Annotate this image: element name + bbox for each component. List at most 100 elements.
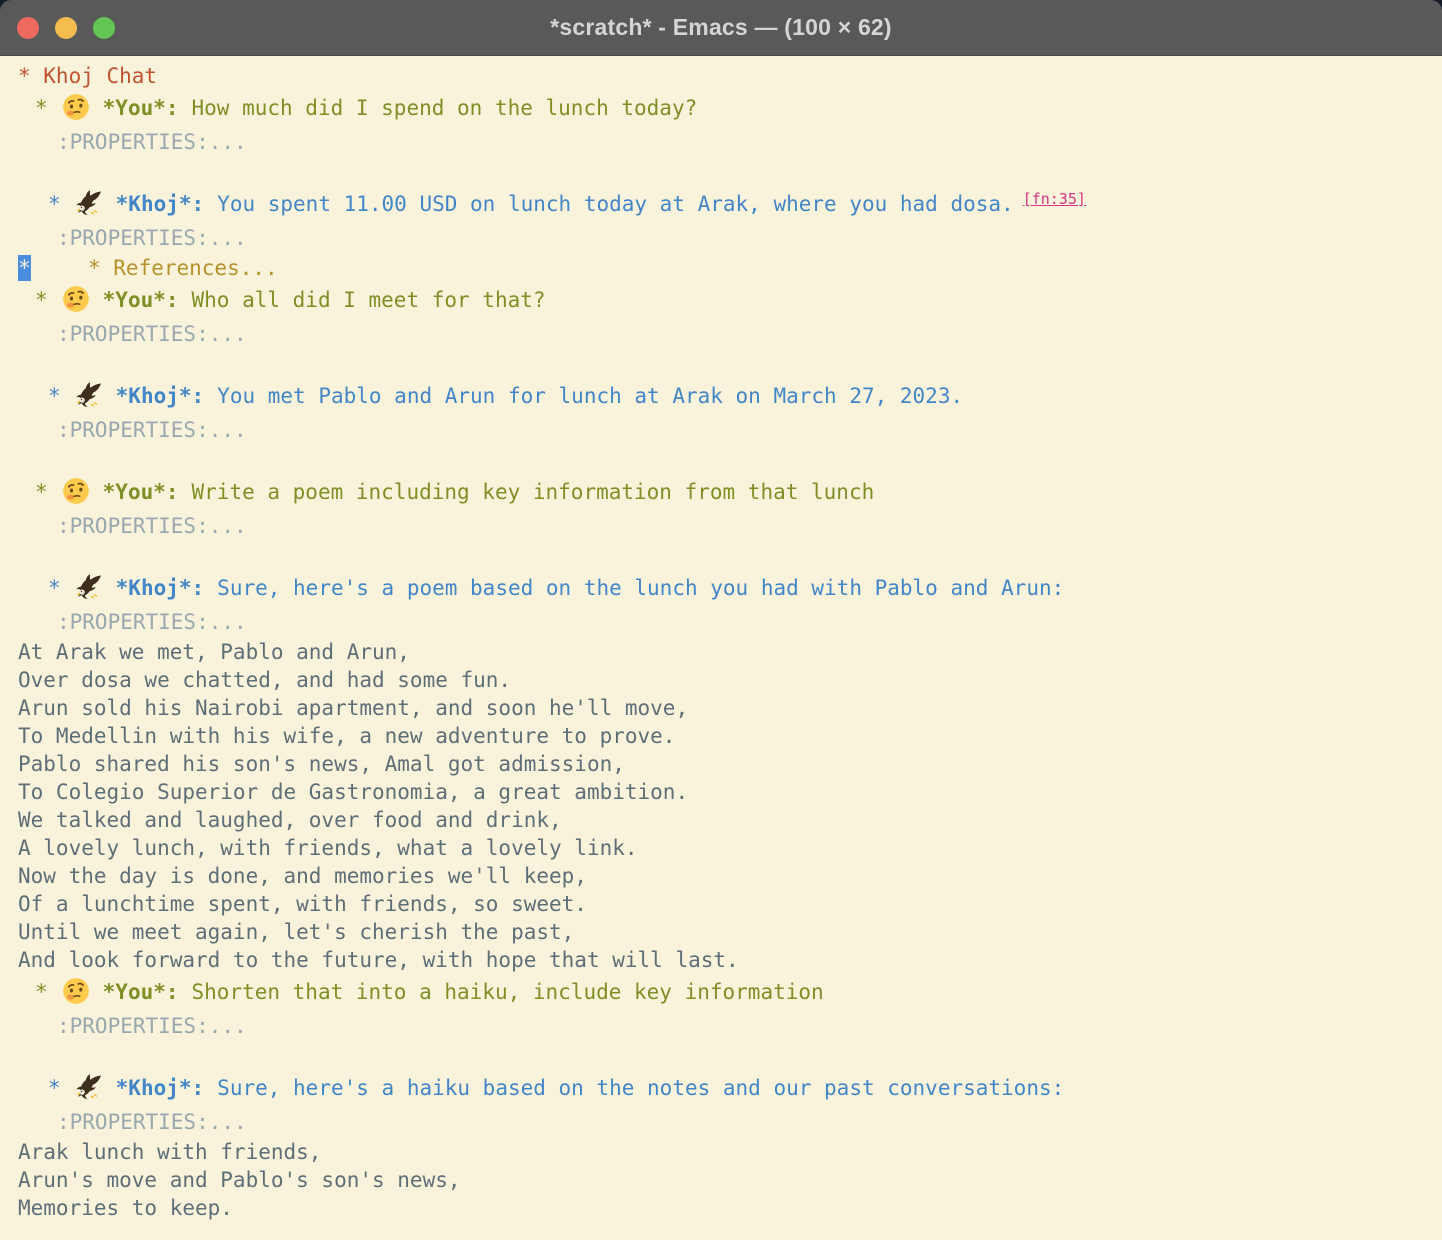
properties-drawer[interactable]: :PROPERTIES:... bbox=[57, 1110, 247, 1134]
properties-drawer[interactable]: :PROPERTIES:... bbox=[57, 226, 247, 250]
speaker-label: *You*: bbox=[103, 288, 179, 312]
properties-drawer[interactable]: :PROPERTIES:... bbox=[57, 610, 247, 634]
org-star: * bbox=[35, 96, 48, 120]
speaker-label: *Khoj*: bbox=[116, 384, 205, 408]
text-line: We talked and laughed, over food and dri… bbox=[18, 806, 1442, 834]
khoj-message-line: * *Khoj*: You met Pablo and Arun for lunch… bbox=[18, 378, 1442, 414]
properties-drawer-line: :PROPERTIES:... bbox=[18, 606, 1442, 638]
blank-line bbox=[18, 542, 1442, 570]
khoj-message-line: * *Khoj*: Sure, here's a haiku based on th… bbox=[18, 1070, 1442, 1106]
properties-drawer-line: :PROPERTIES:... bbox=[18, 414, 1442, 446]
message-text: Write a poem including key information f… bbox=[192, 480, 875, 504]
speaker-label: *You*: bbox=[103, 980, 179, 1004]
text-line: Pablo shared his son's news, Amal got ad… bbox=[18, 750, 1442, 778]
body-text: Over dosa we chatted, and had some fun. bbox=[18, 668, 511, 692]
body-text: To Medellin with his wife, a new adventu… bbox=[18, 724, 675, 748]
body-text: Arun sold his Nairobi apartment, and soo… bbox=[18, 696, 688, 720]
thinking-face-icon bbox=[62, 477, 90, 505]
body-text: We talked and laughed, over food and dri… bbox=[18, 808, 562, 832]
khoj-message-line: * *Khoj*: Sure, here's a poem based on the… bbox=[18, 570, 1442, 606]
title-bar[interactable]: *scratch* - Emacs — (100 × 62) bbox=[0, 0, 1442, 56]
eagle-icon bbox=[75, 573, 103, 601]
org-star: * bbox=[48, 1076, 61, 1100]
body-text: At Arak we met, Pablo and Arun, bbox=[18, 640, 410, 664]
properties-drawer-line: :PROPERTIES:... bbox=[18, 318, 1442, 350]
org-star: * bbox=[35, 288, 48, 312]
body-text: Pablo shared his son's news, Amal got ad… bbox=[18, 752, 625, 776]
text-line: Arun sold his Nairobi apartment, and soo… bbox=[18, 694, 1442, 722]
message-text: Shorten that into a haiku, include key i… bbox=[192, 980, 824, 1004]
text-line: Of a lunchtime spent, with friends, so s… bbox=[18, 890, 1442, 918]
org-heading-text: * Khoj Chat bbox=[18, 64, 157, 88]
text-line: A lovely lunch, with friends, what a lov… bbox=[18, 834, 1442, 862]
body-text: To Colegio Superior de Gastronomia, a gr… bbox=[18, 780, 688, 804]
user-message-line: * *You*: Write a poem including key inform… bbox=[18, 474, 1442, 510]
text-line: Arak lunch with friends, bbox=[18, 1138, 1442, 1166]
text-line: Arun's move and Pablo's son's news, bbox=[18, 1166, 1442, 1194]
properties-drawer[interactable]: :PROPERTIES:... bbox=[57, 1014, 247, 1038]
speaker-label: *You*: bbox=[103, 480, 179, 504]
speaker-label: *You*: bbox=[103, 96, 179, 120]
message-text: Who all did I meet for that? bbox=[192, 288, 546, 312]
thinking-face-icon bbox=[62, 285, 90, 313]
text-line: Over dosa we chatted, and had some fun. bbox=[18, 666, 1442, 694]
blank-line bbox=[18, 350, 1442, 378]
eagle-icon bbox=[75, 1073, 103, 1101]
user-message-line: * *You*: How much did I spend on the lunch… bbox=[18, 90, 1442, 126]
text-line: And look forward to the future, with hop… bbox=[18, 946, 1442, 974]
body-text: Arak lunch with friends, bbox=[18, 1140, 321, 1164]
message-text: Sure, here's a poem based on the lunch y… bbox=[217, 576, 1064, 600]
body-text: Of a lunchtime spent, with friends, so s… bbox=[18, 892, 587, 916]
properties-drawer[interactable]: :PROPERTIES:... bbox=[57, 418, 247, 442]
body-text: And look forward to the future, with hop… bbox=[18, 948, 739, 972]
org-star: * bbox=[48, 384, 61, 408]
text-line: To Colegio Superior de Gastronomia, a gr… bbox=[18, 778, 1442, 806]
properties-drawer-line: :PROPERTIES:... bbox=[18, 510, 1442, 542]
properties-drawer[interactable]: :PROPERTIES:... bbox=[57, 514, 247, 538]
text-line: Memories to keep. bbox=[18, 1194, 1442, 1222]
properties-drawer-line: :PROPERTIES:... bbox=[18, 222, 1442, 254]
buffer-title-line: * Khoj Chat bbox=[18, 62, 1442, 90]
eagle-icon bbox=[75, 381, 103, 409]
message-text: You met Pablo and Arun for lunch at Arak… bbox=[217, 384, 963, 408]
text-line: Until we meet again, let's cherish the p… bbox=[18, 918, 1442, 946]
speaker-label: *Khoj*: bbox=[116, 1076, 205, 1100]
org-star: * bbox=[48, 576, 61, 600]
editor-buffer[interactable]: * Khoj Chat * *You*: How much did I spend o… bbox=[0, 56, 1442, 1240]
org-star: * bbox=[35, 480, 48, 504]
text-line: At Arak we met, Pablo and Arun, bbox=[18, 638, 1442, 666]
message-text: How much did I spend on the lunch today? bbox=[192, 96, 698, 120]
properties-drawer-line: :PROPERTIES:... bbox=[18, 126, 1442, 158]
body-text: Until we meet again, let's cherish the p… bbox=[18, 920, 574, 944]
org-star: * bbox=[48, 192, 61, 216]
org-star: * bbox=[35, 980, 48, 1004]
properties-drawer-line: :PROPERTIES:... bbox=[18, 1010, 1442, 1042]
body-text: A lovely lunch, with friends, what a lov… bbox=[18, 836, 638, 860]
text-line: Now the day is done, and memories we'll … bbox=[18, 862, 1442, 890]
properties-drawer[interactable]: :PROPERTIES:... bbox=[57, 322, 247, 346]
speaker-label: *Khoj*: bbox=[116, 192, 205, 216]
body-text: Arun's move and Pablo's son's news, bbox=[18, 1168, 461, 1192]
blank-line bbox=[18, 446, 1442, 474]
footnote-link[interactable]: [fn:35] bbox=[1023, 190, 1086, 208]
thinking-face-icon bbox=[62, 93, 90, 121]
khoj-message-line: * *Khoj*: You spent 11.00 USD on lunch tod… bbox=[18, 186, 1442, 222]
references-line: * * References... bbox=[18, 254, 1442, 282]
body-text: Now the day is done, and memories we'll … bbox=[18, 864, 587, 888]
properties-drawer[interactable]: :PROPERTIES:... bbox=[57, 130, 247, 154]
window-title: *scratch* - Emacs — (100 × 62) bbox=[0, 14, 1442, 41]
emacs-window: *scratch* - Emacs — (100 × 62) * Khoj Ch… bbox=[0, 0, 1442, 1240]
references-heading[interactable]: * References... bbox=[88, 256, 278, 280]
blank-line bbox=[18, 158, 1442, 186]
message-text: Sure, here's a haiku based on the notes … bbox=[217, 1076, 1064, 1100]
text-cursor: * bbox=[18, 255, 31, 281]
body-text: Memories to keep. bbox=[18, 1196, 233, 1220]
eagle-icon bbox=[75, 189, 103, 217]
speaker-label: *Khoj*: bbox=[116, 576, 205, 600]
user-message-line: * *You*: Who all did I meet for that? bbox=[18, 282, 1442, 318]
text-line: To Medellin with his wife, a new adventu… bbox=[18, 722, 1442, 750]
user-message-line: * *You*: Shorten that into a haiku, includ… bbox=[18, 974, 1442, 1010]
blank-line bbox=[18, 1042, 1442, 1070]
message-text: You spent 11.00 USD on lunch today at Ar… bbox=[217, 192, 1014, 216]
properties-drawer-line: :PROPERTIES:... bbox=[18, 1106, 1442, 1138]
